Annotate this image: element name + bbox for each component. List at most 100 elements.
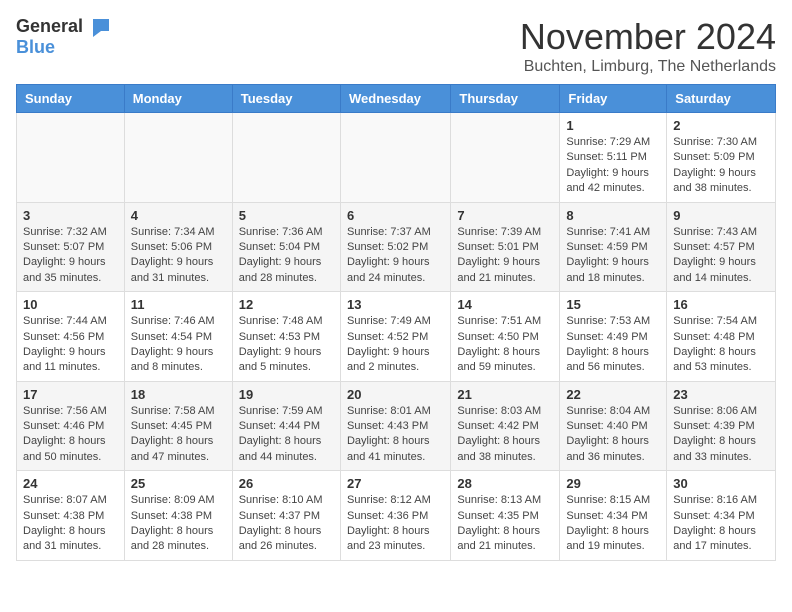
day-info: Sunrise: 7:54 AM Sunset: 4:48 PM Dayligh… <box>673 314 769 376</box>
day-number: 16 <box>673 297 769 312</box>
calendar-header-thursday: Thursday <box>451 85 560 113</box>
title-block: November 2024 Buchten, Limburg, The Neth… <box>520 16 776 76</box>
day-info: Sunrise: 8:01 AM Sunset: 4:43 PM Dayligh… <box>347 404 444 466</box>
calendar-cell: 8 Sunrise: 7:41 AM Sunset: 4:59 PM Daylig… <box>560 202 667 292</box>
day-number: 9 <box>673 208 769 223</box>
day-info: Sunrise: 7:46 AM Sunset: 4:54 PM Dayligh… <box>131 314 226 376</box>
day-info: Sunrise: 8:07 AM Sunset: 4:38 PM Dayligh… <box>23 493 118 555</box>
calendar-cell: 6Sunrise: 7:37 AM Sunset: 5:02 PM Daylig… <box>340 202 450 292</box>
day-info: Sunrise: 7:59 AM Sunset: 4:44 PM Dayligh… <box>239 404 334 466</box>
calendar-cell <box>451 113 560 203</box>
day-info: Sunrise: 7:44 AM Sunset: 4:56 PM Dayligh… <box>23 314 118 376</box>
logo-blue-text: Blue <box>16 37 55 58</box>
page: General Blue November 2024 Buchten, Limb… <box>0 0 792 577</box>
day-info: Sunrise: 7:49 AM Sunset: 4:52 PM Dayligh… <box>347 314 444 376</box>
day-info: Sunrise: 8:13 AM Sunset: 4:35 PM Dayligh… <box>457 493 553 555</box>
calendar-week-row: 17 Sunrise: 7:56 AM Sunset: 4:46 PM Dayli… <box>17 381 776 471</box>
day-info: Sunrise: 7:48 AM Sunset: 4:53 PM Dayligh… <box>239 314 334 376</box>
calendar-cell: 22Sunrise: 8:04 AM Sunset: 4:40 PM Dayli… <box>560 381 667 471</box>
calendar-cell: 26 Sunrise: 8:10 AM Sunset: 4:37 PM Dayli… <box>232 471 340 561</box>
day-number: 15 <box>566 297 660 312</box>
calendar-cell: 25 Sunrise: 8:09 AM Sunset: 4:38 PM Dayli… <box>124 471 232 561</box>
calendar-cell: 21 Sunrise: 8:03 AM Sunset: 4:42 PM Dayli… <box>451 381 560 471</box>
calendar-header-tuesday: Tuesday <box>232 85 340 113</box>
day-number: 8 <box>566 208 660 223</box>
calendar-cell: 30Sunrise: 8:16 AM Sunset: 4:34 PM Dayli… <box>667 471 776 561</box>
calendar-cell: 29 Sunrise: 8:15 AM Sunset: 4:34 PM Dayli… <box>560 471 667 561</box>
calendar-cell <box>17 113 125 203</box>
calendar-cell: 12 Sunrise: 7:48 AM Sunset: 4:53 PM Dayli… <box>232 292 340 382</box>
calendar-cell <box>124 113 232 203</box>
calendar-header-sunday: Sunday <box>17 85 125 113</box>
day-info: Sunrise: 8:12 AM Sunset: 4:36 PM Dayligh… <box>347 493 444 555</box>
day-info: Sunrise: 8:03 AM Sunset: 4:42 PM Dayligh… <box>457 404 553 466</box>
day-number: 28 <box>457 476 553 491</box>
day-info: Sunrise: 7:39 AM Sunset: 5:01 PM Dayligh… <box>457 225 553 287</box>
calendar-cell: 3Sunrise: 7:32 AM Sunset: 5:07 PM Daylig… <box>17 202 125 292</box>
logo-text: General <box>16 16 109 37</box>
day-info: Sunrise: 7:32 AM Sunset: 5:07 PM Dayligh… <box>23 225 118 287</box>
calendar-header-row: SundayMondayTuesdayWednesdayThursdayFrid… <box>17 85 776 113</box>
calendar: SundayMondayTuesdayWednesdayThursdayFrid… <box>16 84 776 561</box>
calendar-cell <box>340 113 450 203</box>
day-info: Sunrise: 8:16 AM Sunset: 4:34 PM Dayligh… <box>673 493 769 555</box>
day-number: 12 <box>239 297 334 312</box>
calendar-cell: 15Sunrise: 7:53 AM Sunset: 4:49 PM Dayli… <box>560 292 667 382</box>
day-number: 17 <box>23 387 118 402</box>
day-number: 19 <box>239 387 334 402</box>
calendar-header-saturday: Saturday <box>667 85 776 113</box>
calendar-cell: 13Sunrise: 7:49 AM Sunset: 4:52 PM Dayli… <box>340 292 450 382</box>
calendar-cell: 24 Sunrise: 8:07 AM Sunset: 4:38 PM Dayli… <box>17 471 125 561</box>
day-info: Sunrise: 8:10 AM Sunset: 4:37 PM Dayligh… <box>239 493 334 555</box>
calendar-week-row: 10 Sunrise: 7:44 AM Sunset: 4:56 PM Dayli… <box>17 292 776 382</box>
calendar-cell: 2 Sunrise: 7:30 AM Sunset: 5:09 PM Daylig… <box>667 113 776 203</box>
day-info: Sunrise: 8:15 AM Sunset: 4:34 PM Dayligh… <box>566 493 660 555</box>
day-info: Sunrise: 7:30 AM Sunset: 5:09 PM Dayligh… <box>673 135 769 197</box>
day-number: 29 <box>566 476 660 491</box>
calendar-header-monday: Monday <box>124 85 232 113</box>
day-number: 27 <box>347 476 444 491</box>
day-info: Sunrise: 7:43 AM Sunset: 4:57 PM Dayligh… <box>673 225 769 287</box>
calendar-cell <box>232 113 340 203</box>
calendar-cell: 9 Sunrise: 7:43 AM Sunset: 4:57 PM Daylig… <box>667 202 776 292</box>
day-number: 23 <box>673 387 769 402</box>
calendar-cell: 4 Sunrise: 7:34 AM Sunset: 5:06 PM Daylig… <box>124 202 232 292</box>
day-number: 4 <box>131 208 226 223</box>
day-info: Sunrise: 7:41 AM Sunset: 4:59 PM Dayligh… <box>566 225 660 287</box>
day-number: 24 <box>23 476 118 491</box>
day-number: 10 <box>23 297 118 312</box>
day-info: Sunrise: 7:56 AM Sunset: 4:46 PM Dayligh… <box>23 404 118 466</box>
calendar-cell: 10 Sunrise: 7:44 AM Sunset: 4:56 PM Dayli… <box>17 292 125 382</box>
day-number: 18 <box>131 387 226 402</box>
calendar-cell: 16 Sunrise: 7:54 AM Sunset: 4:48 PM Dayli… <box>667 292 776 382</box>
calendar-cell: 11Sunrise: 7:46 AM Sunset: 4:54 PM Dayli… <box>124 292 232 382</box>
day-number: 2 <box>673 118 769 133</box>
day-info: Sunrise: 8:04 AM Sunset: 4:40 PM Dayligh… <box>566 404 660 466</box>
calendar-cell: 23 Sunrise: 8:06 AM Sunset: 4:39 PM Dayli… <box>667 381 776 471</box>
logo: General Blue <box>16 16 109 58</box>
day-info: Sunrise: 7:51 AM Sunset: 4:50 PM Dayligh… <box>457 314 553 376</box>
calendar-header-wednesday: Wednesday <box>340 85 450 113</box>
day-number: 5 <box>239 208 334 223</box>
day-number: 1 <box>566 118 660 133</box>
day-number: 21 <box>457 387 553 402</box>
calendar-cell: 1Sunrise: 7:29 AM Sunset: 5:11 PM Daylig… <box>560 113 667 203</box>
calendar-cell: 5 Sunrise: 7:36 AM Sunset: 5:04 PM Daylig… <box>232 202 340 292</box>
calendar-header-friday: Friday <box>560 85 667 113</box>
day-number: 25 <box>131 476 226 491</box>
day-info: Sunrise: 7:58 AM Sunset: 4:45 PM Dayligh… <box>131 404 226 466</box>
calendar-cell: 17 Sunrise: 7:56 AM Sunset: 4:46 PM Dayli… <box>17 381 125 471</box>
month-title: November 2024 <box>520 16 776 58</box>
day-info: Sunrise: 7:36 AM Sunset: 5:04 PM Dayligh… <box>239 225 334 287</box>
calendar-week-row: 24 Sunrise: 8:07 AM Sunset: 4:38 PM Dayli… <box>17 471 776 561</box>
calendar-cell: 18 Sunrise: 7:58 AM Sunset: 4:45 PM Dayli… <box>124 381 232 471</box>
calendar-cell: 19 Sunrise: 7:59 AM Sunset: 4:44 PM Dayli… <box>232 381 340 471</box>
calendar-cell: 28 Sunrise: 8:13 AM Sunset: 4:35 PM Dayli… <box>451 471 560 561</box>
logo-icon <box>85 17 109 37</box>
logo-general-text: General <box>16 16 83 37</box>
day-number: 26 <box>239 476 334 491</box>
day-info: Sunrise: 8:09 AM Sunset: 4:38 PM Dayligh… <box>131 493 226 555</box>
day-info: Sunrise: 8:06 AM Sunset: 4:39 PM Dayligh… <box>673 404 769 466</box>
day-number: 20 <box>347 387 444 402</box>
day-info: Sunrise: 7:34 AM Sunset: 5:06 PM Dayligh… <box>131 225 226 287</box>
